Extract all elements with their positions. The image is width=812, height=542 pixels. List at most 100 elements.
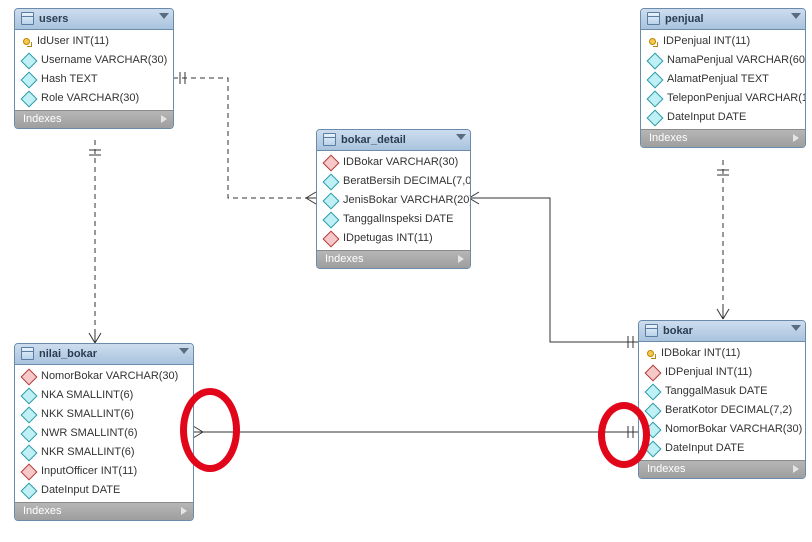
highlight-circle-left	[180, 388, 240, 472]
column[interactable]: DateInput DATE	[641, 108, 805, 127]
indexes-label: Indexes	[325, 253, 364, 265]
column-label: TanggalMasuk DATE	[665, 385, 768, 398]
table-nilai-bokar[interactable]: nilai_bokar NomorBokar VARCHAR(30) NKA S…	[14, 343, 194, 521]
collapse-icon[interactable]	[791, 13, 801, 19]
column[interactable]: Username VARCHAR(30)	[15, 51, 173, 70]
fk-icon	[323, 231, 340, 248]
column-label: Role VARCHAR(30)	[41, 92, 139, 105]
col-icon	[21, 388, 38, 405]
table-penjual[interactable]: penjual IDPenjual INT(11) NamaPenjual VA…	[640, 8, 806, 148]
fk-icon	[21, 464, 38, 481]
pk-icon	[648, 37, 658, 47]
column-list: IDBokar INT(11) IDPenjual INT(11) Tangga…	[639, 342, 805, 460]
table-icon	[645, 324, 658, 337]
column[interactable]: AlamatPenjual TEXT	[641, 70, 805, 89]
table-header[interactable]: bokar	[639, 321, 805, 342]
column[interactable]: IDpetugas INT(11)	[317, 229, 470, 248]
collapse-icon[interactable]	[159, 13, 169, 19]
column[interactable]: NomorBokar VARCHAR(30)	[639, 420, 805, 439]
column-label: BeratBersih DECIMAL(7,0)	[343, 175, 471, 188]
table-title: penjual	[665, 13, 704, 25]
pk-icon	[646, 349, 656, 359]
col-icon	[323, 193, 340, 210]
table-title: nilai_bokar	[39, 348, 97, 360]
column-label: DateInput DATE	[41, 484, 120, 497]
column[interactable]: InputOfficer INT(11)	[15, 462, 193, 481]
table-bokar-detail[interactable]: bokar_detail IDBokar VARCHAR(30) BeratBe…	[316, 129, 471, 269]
column[interactable]: TanggalInspeksi DATE	[317, 210, 470, 229]
col-icon	[645, 403, 662, 420]
pk-icon	[22, 37, 32, 47]
indexes-section[interactable]: Indexes	[317, 250, 470, 268]
column-label: IDPenjual INT(11)	[665, 366, 752, 379]
column-list: IDBokar VARCHAR(30) BeratBersih DECIMAL(…	[317, 151, 470, 250]
column-label: NKA SMALLINT(6)	[41, 389, 133, 402]
expand-icon	[181, 507, 187, 515]
col-icon	[21, 72, 38, 89]
col-icon	[21, 407, 38, 424]
column[interactable]: IdUser INT(11)	[15, 32, 173, 51]
fk-icon	[21, 369, 38, 386]
column-label: NKK SMALLINT(6)	[41, 408, 134, 421]
col-icon	[323, 212, 340, 229]
column-label: TanggalInspeksi DATE	[343, 213, 453, 226]
column-label: IDpetugas INT(11)	[343, 232, 433, 245]
collapse-icon[interactable]	[791, 325, 801, 331]
indexes-section[interactable]: Indexes	[639, 460, 805, 478]
column[interactable]: IDPenjual INT(11)	[641, 32, 805, 51]
column[interactable]: NWR SMALLINT(6)	[15, 424, 193, 443]
column[interactable]: DateInput DATE	[15, 481, 193, 500]
column-label: NWR SMALLINT(6)	[41, 427, 138, 440]
column[interactable]: TanggalMasuk DATE	[639, 382, 805, 401]
column[interactable]: DateInput DATE	[639, 439, 805, 458]
indexes-label: Indexes	[23, 505, 62, 517]
col-icon	[647, 53, 664, 70]
table-header[interactable]: users	[15, 9, 173, 30]
table-header[interactable]: bokar_detail	[317, 130, 470, 151]
column-label: IdUser INT(11)	[37, 35, 109, 48]
indexes-section[interactable]: Indexes	[15, 110, 173, 128]
column-label: TeleponPenjual VARCHAR(15)	[667, 92, 806, 105]
column[interactable]: NKK SMALLINT(6)	[15, 405, 193, 424]
table-users[interactable]: users IdUser INT(11) Username VARCHAR(30…	[14, 8, 174, 129]
table-header[interactable]: nilai_bokar	[15, 344, 193, 365]
column[interactable]: NKA SMALLINT(6)	[15, 386, 193, 405]
column[interactable]: BeratBersih DECIMAL(7,0)	[317, 172, 470, 191]
indexes-section[interactable]: Indexes	[641, 129, 805, 147]
column[interactable]: Role VARCHAR(30)	[15, 89, 173, 108]
column-list: IdUser INT(11) Username VARCHAR(30) Hash…	[15, 30, 173, 110]
column[interactable]: BeratKotor DECIMAL(7,2)	[639, 401, 805, 420]
column-label: NamaPenjual VARCHAR(60)	[667, 54, 806, 67]
column-list: IDPenjual INT(11) NamaPenjual VARCHAR(60…	[641, 30, 805, 129]
column[interactable]: NKR SMALLINT(6)	[15, 443, 193, 462]
column-label: Hash TEXT	[41, 73, 98, 86]
column[interactable]: IDBokar VARCHAR(30)	[317, 153, 470, 172]
expand-icon	[161, 115, 167, 123]
column[interactable]: JenisBokar VARCHAR(20)	[317, 191, 470, 210]
fk-icon	[323, 155, 340, 172]
table-header[interactable]: penjual	[641, 9, 805, 30]
collapse-icon[interactable]	[456, 134, 466, 140]
column[interactable]: NomorBokar VARCHAR(30)	[15, 367, 193, 386]
column[interactable]: TeleponPenjual VARCHAR(15)	[641, 89, 805, 108]
column[interactable]: IDPenjual INT(11)	[639, 363, 805, 382]
col-icon	[645, 384, 662, 401]
table-icon	[323, 133, 336, 146]
highlight-circle-right	[598, 402, 650, 468]
indexes-section[interactable]: Indexes	[15, 502, 193, 520]
col-icon	[323, 174, 340, 191]
col-icon	[647, 91, 664, 108]
column[interactable]: Hash TEXT	[15, 70, 173, 89]
indexes-label: Indexes	[23, 113, 62, 125]
col-icon	[21, 445, 38, 462]
table-icon	[21, 12, 34, 25]
col-icon	[21, 483, 38, 500]
table-bokar[interactable]: bokar IDBokar INT(11) IDPenjual INT(11) …	[638, 320, 806, 479]
erd-canvas: users IdUser INT(11) Username VARCHAR(30…	[0, 0, 812, 542]
table-icon	[21, 347, 34, 360]
collapse-icon[interactable]	[179, 348, 189, 354]
column-label: IDPenjual INT(11)	[663, 35, 750, 48]
column[interactable]: IDBokar INT(11)	[639, 344, 805, 363]
fk-icon	[645, 365, 662, 382]
column[interactable]: NamaPenjual VARCHAR(60)	[641, 51, 805, 70]
